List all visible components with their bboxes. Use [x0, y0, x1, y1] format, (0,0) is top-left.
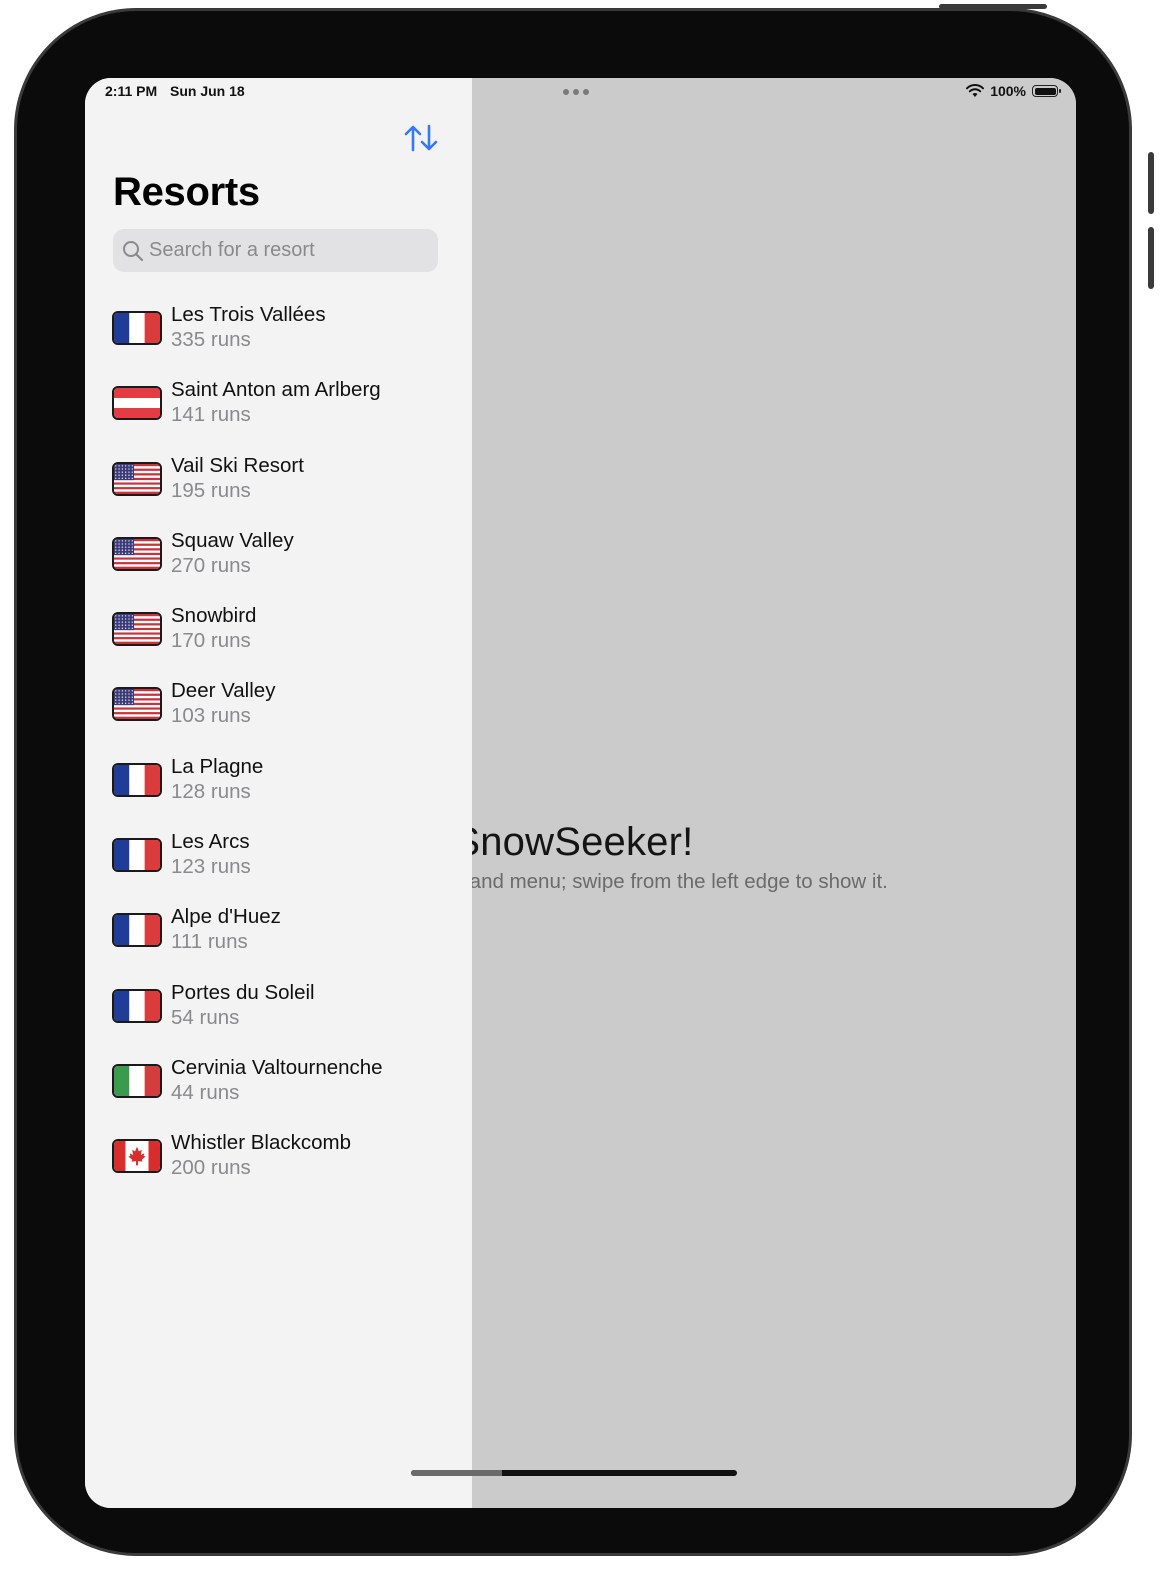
resort-runs: 103 runs: [171, 704, 251, 728]
resort-name: Saint Anton am Arlberg: [171, 378, 381, 402]
volume-up-button: [1148, 152, 1154, 214]
resort-runs: 111 runs: [171, 930, 248, 954]
resort-name: Alpe d'Huez: [171, 905, 281, 929]
resort-runs: 44 runs: [171, 1080, 240, 1104]
austria-flag-icon: [112, 386, 162, 421]
resort-name: Cervinia Valtournenche: [171, 1055, 383, 1079]
resort-runs: 270 runs: [171, 553, 251, 577]
battery-icon: [1032, 85, 1061, 97]
search-input[interactable]: [149, 229, 429, 272]
resort-row[interactable]: Les Arcs 123 runs: [85, 826, 472, 901]
resort-list: Les Trois Vallées 335 runs Saint Anton am …: [85, 299, 472, 1203]
wifi-icon: [966, 84, 985, 97]
resort-runs: 141 runs: [171, 403, 251, 427]
resort-runs: 195 runs: [171, 478, 251, 502]
resort-runs: 335 runs: [171, 328, 251, 351]
france-flag-icon: [112, 311, 162, 345]
welcome-subtitle: e left-hand menu; swipe from the left ed…: [407, 870, 888, 893]
arrow-up-down-icon: [404, 124, 438, 152]
resort-name: Les Trois Vallées: [171, 303, 326, 326]
france-flag-icon: [112, 913, 162, 948]
status-date: Sun Jun 18: [170, 83, 245, 99]
usa-flag-icon: [112, 612, 162, 647]
resort-name: Portes du Soleil: [171, 980, 315, 1004]
status-right: 100%: [966, 83, 1061, 99]
resort-row[interactable]: Saint Anton am Arlberg 141 runs: [85, 374, 472, 449]
france-flag-icon: [112, 762, 162, 797]
resort-runs: 200 runs: [171, 1156, 251, 1180]
resort-row[interactable]: Les Trois Vallées 335 runs: [85, 299, 472, 374]
resort-runs: 123 runs: [171, 855, 251, 879]
resort-name: La Plagne: [171, 754, 264, 778]
resort-row[interactable]: La Plagne 128 runs: [85, 751, 472, 826]
resort-row[interactable]: Cervinia Valtournenche 44 runs: [85, 1052, 472, 1127]
resort-row[interactable]: Alpe d'Huez 111 runs: [85, 901, 472, 976]
france-flag-icon: [112, 988, 162, 1023]
france-flag-icon: [112, 838, 162, 873]
usa-flag-icon: [112, 687, 162, 722]
sidebar: 2:11 PM Sun Jun 18 Resorts Les Trois Val…: [85, 78, 472, 1508]
usa-flag-icon: [112, 461, 162, 496]
screen: me to SnowSeeker! e left-hand menu; swip…: [85, 78, 1076, 1508]
resort-runs: 128 runs: [171, 779, 251, 803]
resort-row[interactable]: Vail Ski Resort 195 runs: [85, 450, 472, 525]
usa-flag-icon: [112, 536, 162, 571]
search-bar: [113, 229, 438, 272]
battery-percent: 100%: [990, 83, 1026, 99]
home-indicator[interactable]: [411, 1470, 737, 1476]
resort-name: Deer Valley: [171, 679, 276, 703]
resort-row[interactable]: Squaw Valley 270 runs: [85, 525, 472, 600]
status-time: 2:11 PM: [105, 83, 158, 99]
multitasking-dots-icon[interactable]: [563, 89, 589, 95]
resort-name: Vail Ski Resort: [171, 453, 304, 477]
italy-flag-icon: [112, 1063, 162, 1098]
sort-button[interactable]: [403, 122, 439, 154]
resort-runs: 54 runs: [171, 1005, 240, 1029]
canada-flag-icon: [112, 1139, 162, 1174]
resort-runs: 170 runs: [171, 629, 251, 653]
resort-name: Snowbird: [171, 604, 257, 628]
resort-row[interactable]: Portes du Soleil 54 runs: [85, 977, 472, 1052]
resort-name: Whistler Blackcomb: [171, 1131, 351, 1155]
page-title: Resorts: [113, 170, 260, 214]
resort-name: Les Arcs: [171, 830, 250, 854]
resort-row[interactable]: Whistler Blackcomb 200 runs: [85, 1127, 472, 1202]
search-icon: [123, 241, 144, 262]
resort-row[interactable]: Snowbird 170 runs: [85, 600, 472, 675]
resort-row[interactable]: Deer Valley 103 runs: [85, 675, 472, 750]
volume-down-button: [1148, 227, 1154, 289]
resort-name: Squaw Valley: [171, 528, 294, 552]
